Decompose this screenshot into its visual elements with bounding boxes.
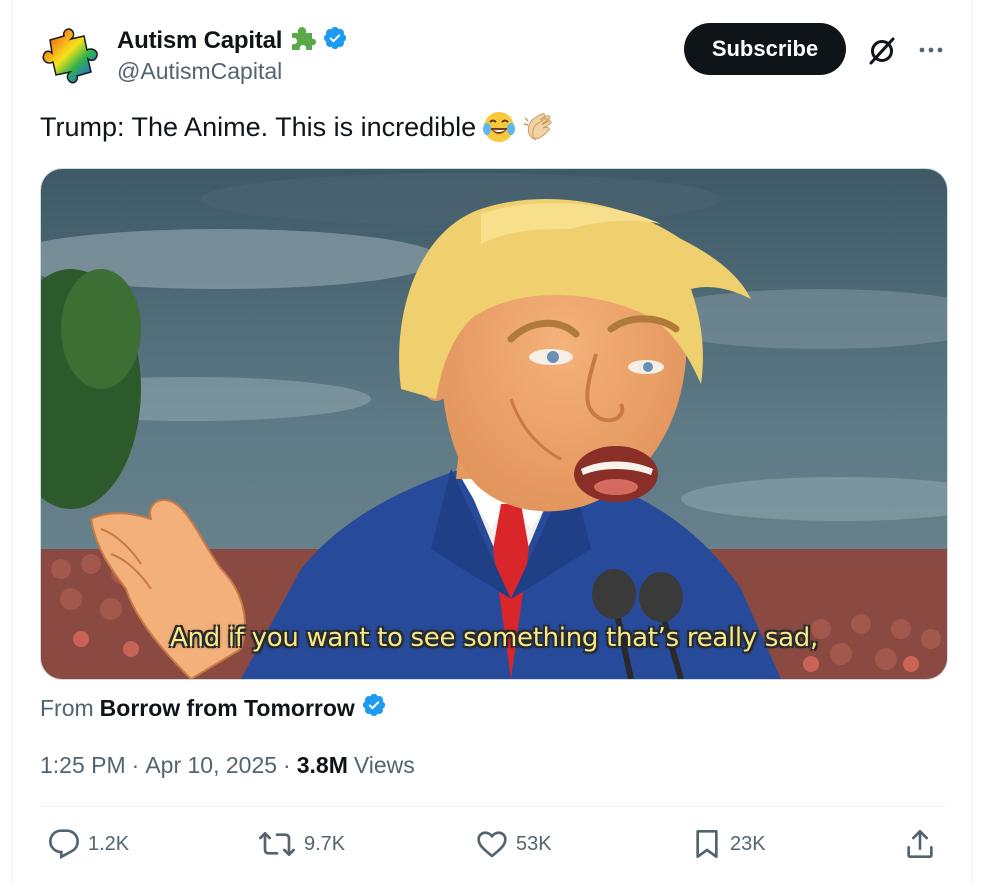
bookmark-button[interactable]: 23K	[692, 828, 766, 860]
reply-button[interactable]: 1.2K	[48, 828, 129, 860]
views-count: 3.8M	[296, 752, 348, 778]
share-icon	[907, 830, 933, 858]
card-border-right	[972, 0, 973, 886]
source-account-link[interactable]: Borrow from Tomorrow	[100, 695, 355, 722]
video-subtitle: And if you want to see something that’s …	[170, 623, 818, 653]
media-image[interactable]: And if you want to see something that’s …	[40, 168, 948, 680]
tweet-time[interactable]: 1:25 PM	[40, 752, 126, 779]
like-count: 53K	[516, 832, 552, 855]
reply-icon	[48, 829, 80, 860]
grok-icon[interactable]	[866, 34, 898, 66]
bookmark-count: 23K	[730, 832, 766, 855]
share-button[interactable]	[904, 828, 936, 860]
more-options-icon[interactable]	[916, 40, 946, 60]
author-display-name[interactable]: Autism Capital	[117, 27, 282, 55]
like-button[interactable]: 53K	[476, 828, 552, 860]
source-attribution: From Borrow from Tomorrow	[40, 692, 387, 724]
heart-icon	[477, 831, 507, 858]
author-name-row: Autism Capital	[117, 24, 348, 57]
clapping-hands-icon	[522, 110, 556, 144]
reply-count: 1.2K	[88, 832, 130, 855]
anime-still-illustration	[41, 169, 947, 679]
divider	[40, 806, 946, 807]
avatar-puzzle-icon	[42, 28, 98, 84]
puzzle-piece-icon	[288, 24, 317, 57]
tweet-body: Trump: The Anime. This is incredible	[40, 111, 477, 142]
bookmark-icon	[696, 830, 718, 858]
tweet-metadata: 1:25 PM · Apr 10, 2025 · 3.8M Views	[40, 752, 415, 779]
repost-button[interactable]: 9.7K	[258, 828, 345, 860]
from-label: From	[40, 694, 94, 721]
source-verified-badge-icon	[361, 692, 387, 724]
repost-count: 9.7K	[304, 832, 346, 855]
author-handle[interactable]: @AutismCapital	[117, 58, 282, 85]
meta-separator: ·	[283, 752, 291, 778]
subscribe-button[interactable]: Subscribe	[684, 23, 846, 75]
face-with-tears-of-joy-icon	[482, 110, 516, 144]
meta-separator: ·	[131, 752, 140, 778]
verified-badge-icon[interactable]	[322, 25, 348, 56]
tweet-date[interactable]: Apr 10, 2025	[145, 752, 277, 779]
card-border-left	[12, 0, 13, 886]
repost-icon	[259, 832, 295, 856]
views-label: Views	[353, 752, 415, 778]
avatar[interactable]	[40, 26, 102, 84]
tweet-text: Trump: The Anime. This is incredible	[40, 110, 556, 144]
